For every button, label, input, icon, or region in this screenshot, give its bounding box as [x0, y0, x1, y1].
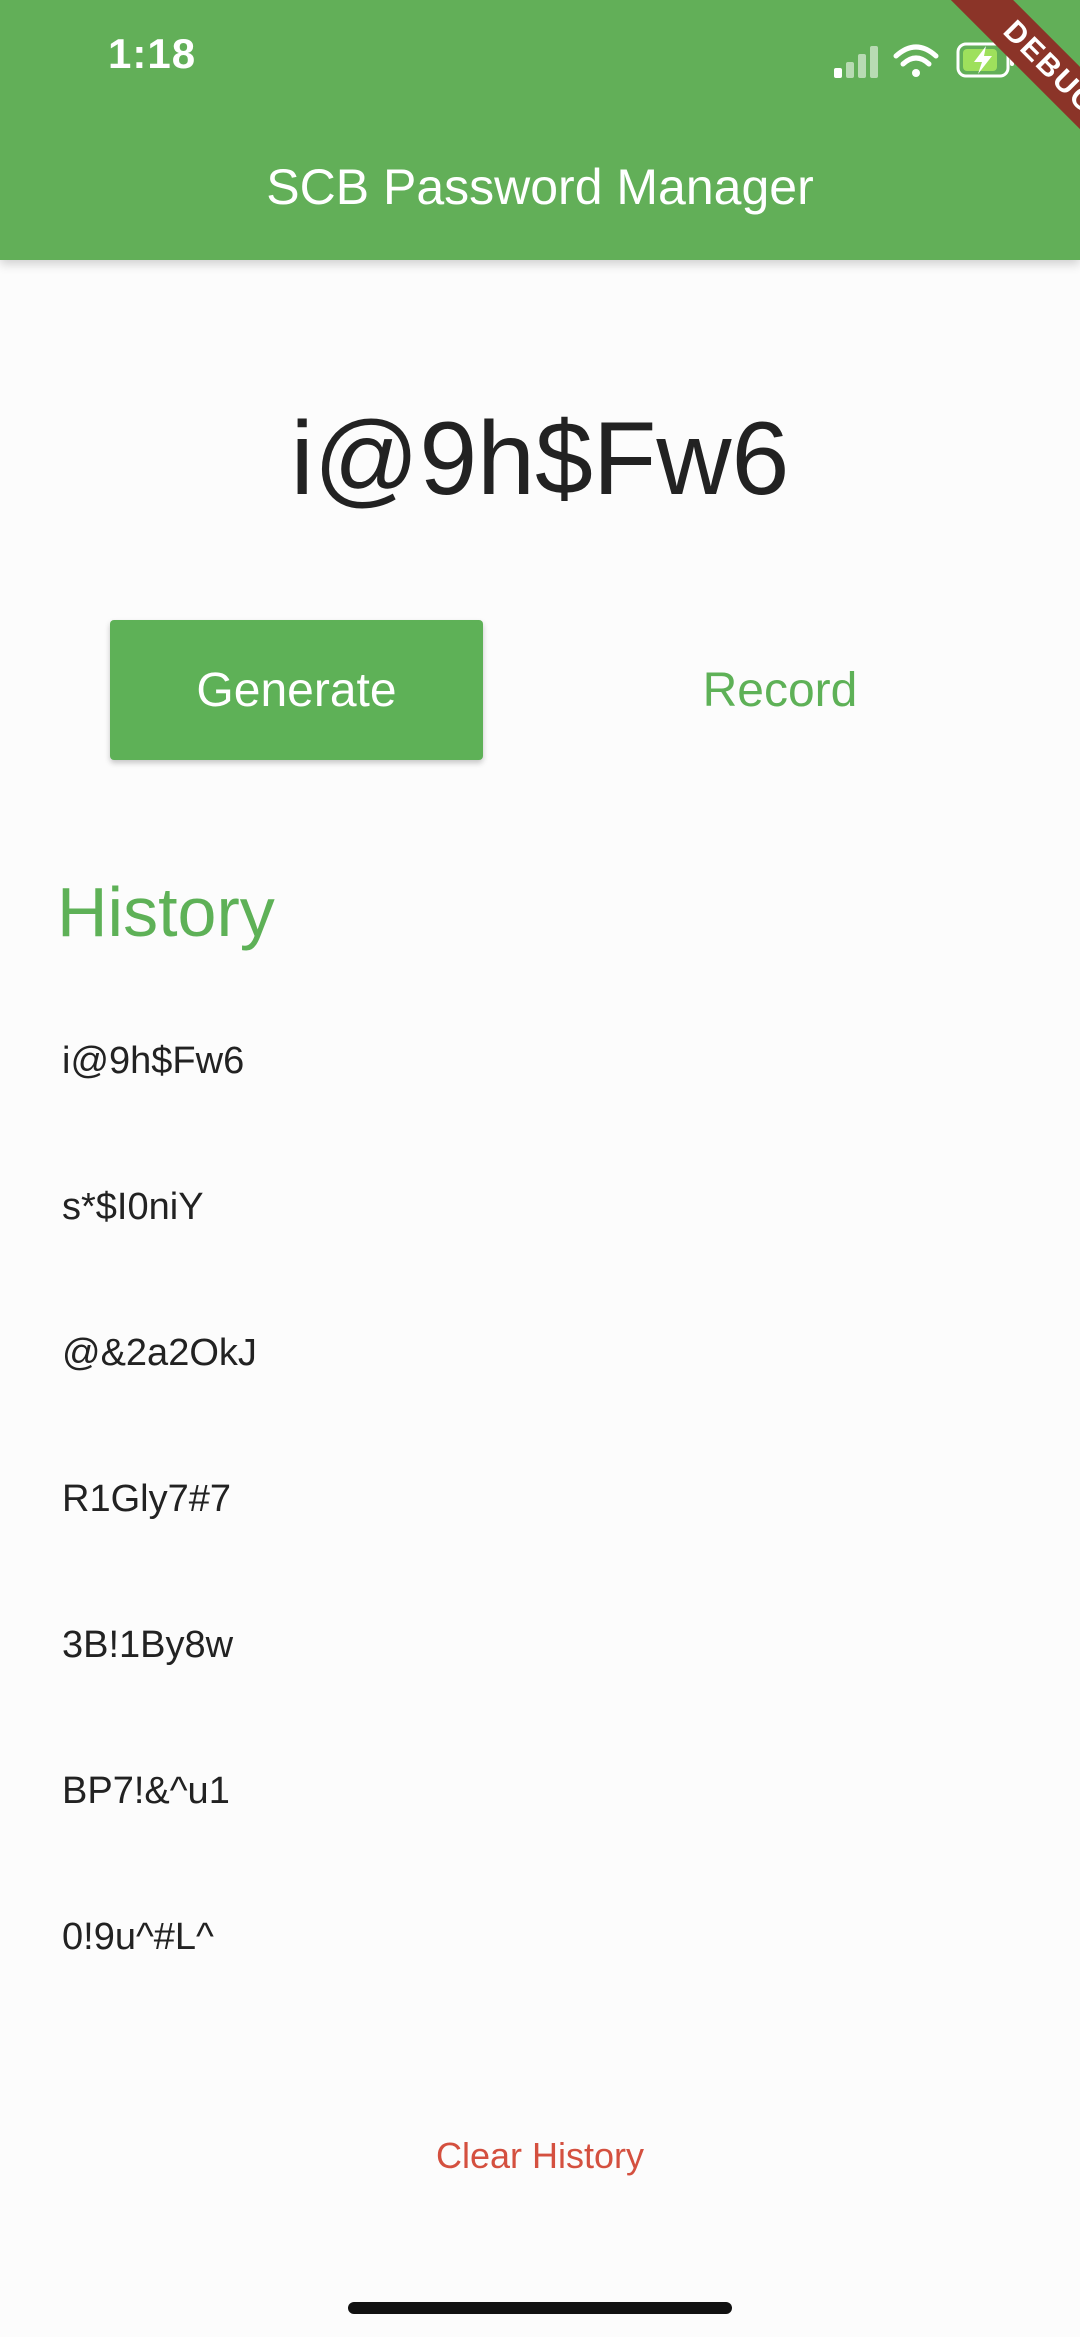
history-item: 0!9u^#L^: [62, 1916, 214, 1958]
history-item: 3B!1By8w: [62, 1624, 234, 1666]
debug-banner-label: DEBUG: [928, 0, 1080, 180]
generate-button[interactable]: Generate: [110, 620, 483, 760]
history-item: s*$I0niY: [62, 1186, 204, 1228]
history-heading: History: [57, 873, 275, 951]
signal-icon: [834, 46, 878, 78]
status-time: 1:18: [108, 30, 197, 77]
history-list: i@9h$Fw6 s*$I0niY @&2a2OkJ R1Gly7#7 3B!1…: [62, 1012, 1022, 2034]
current-password: i@9h$Fw6: [290, 401, 790, 517]
record-button[interactable]: Record: [600, 620, 960, 760]
history-item: BP7!&^u1: [62, 1770, 230, 1812]
history-item: i@9h$Fw6: [62, 1040, 245, 1082]
clear-history-button[interactable]: Clear History: [340, 2120, 740, 2192]
history-item: R1Gly7#7: [62, 1478, 231, 1520]
history-item: @&2a2OkJ: [62, 1332, 257, 1374]
home-indicator[interactable]: [348, 2302, 732, 2314]
debug-banner: DEBUG: [900, 0, 1080, 180]
